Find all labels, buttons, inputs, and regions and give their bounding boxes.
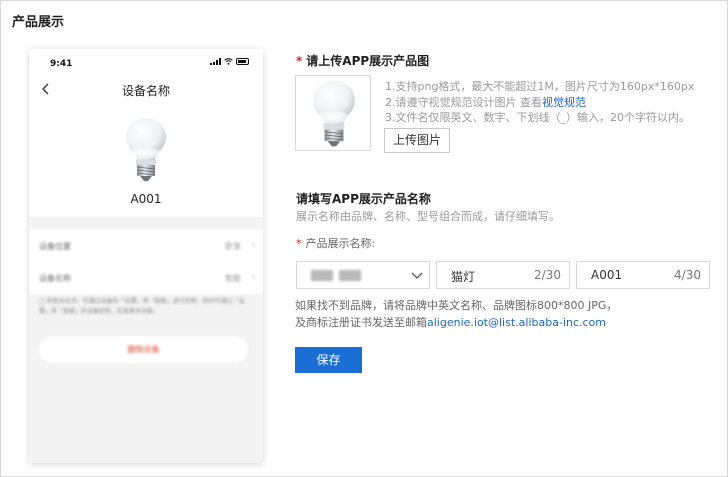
blurred-agreement-text: □ 同意协议书，可通过设备的「设置」将「智能」进行控制，同时可通过「设置」将「智… xyxy=(39,298,245,315)
status-time: 9:41 xyxy=(50,59,73,69)
brand-select-value xyxy=(311,270,361,281)
brand-note-line-1: 如果找不到品牌，请将品牌中英文名称、品牌图标800*800 JPG， xyxy=(295,299,618,312)
upload-title: * 请上传APP展示产品图 xyxy=(296,52,429,69)
blurred-settings-card: 设备位置 卧室 › 设备名称 智能 › xyxy=(29,230,263,294)
required-mark: * xyxy=(296,237,302,250)
blurred-delete-button: 删除设备 xyxy=(39,336,248,363)
save-button[interactable]: 保存 xyxy=(295,347,362,373)
model-counter: 4/30 xyxy=(674,268,701,282)
product-name-value: 猫灯 xyxy=(451,270,476,284)
blurred-row: 设备名称 智能 › xyxy=(39,262,255,294)
chevron-down-icon xyxy=(411,272,423,279)
bulb-image xyxy=(313,80,355,147)
phone-nav-title: 设备名称 xyxy=(121,84,170,98)
status-icons xyxy=(210,58,249,65)
brand-select[interactable] xyxy=(296,261,430,289)
blurred-row-label: 设备位置 xyxy=(39,242,71,251)
phone-preview: 9:41 设备名称 A001 设备位置 卧室 › 设备名称 智能 › □ 同意协… xyxy=(29,49,263,463)
section-title: 产品展示 xyxy=(12,15,65,30)
name-section-desc: 展示名称由品牌、名称、型号组合而成，请仔细填写。 xyxy=(296,210,560,223)
model-value: A001 xyxy=(591,268,623,282)
blurred-row-label: 设备名称 xyxy=(39,274,71,283)
blurred-row-value: 卧室 xyxy=(225,242,241,251)
name-section-title: 请填写APP展示产品名称 xyxy=(296,192,431,206)
chevron-right-icon: › xyxy=(251,272,255,281)
product-image-thumbnail xyxy=(295,75,371,151)
brand-note-line-2-text: 及商标注册证书发送至邮箱 xyxy=(295,316,427,329)
chevron-right-icon: › xyxy=(251,240,255,249)
battery-icon xyxy=(236,58,249,65)
wifi-icon xyxy=(224,58,233,65)
phone-model-label: A001 xyxy=(130,192,162,206)
upload-hint-2-text: 2.请遵守视觉规范设计图片 查看 xyxy=(385,96,542,109)
model-input[interactable]: A001 4/30 xyxy=(576,261,710,289)
email-link[interactable]: aligenie.iot@list.alibaba-inc.com xyxy=(427,316,606,329)
brand-note-line-2: 及商标注册证书发送至邮箱aligenie.iot@list.alibaba-in… xyxy=(295,314,606,330)
bulb-image xyxy=(126,118,166,181)
upload-image-button[interactable]: 上传图片 xyxy=(384,128,450,153)
product-name-input[interactable]: 猫灯 2/30 xyxy=(436,261,570,289)
upload-hint-1: 1.支持png格式，最大不能超过1M，图片尺寸为160px*160px xyxy=(385,80,695,93)
visual-spec-link[interactable]: 视觉规范 xyxy=(542,96,586,109)
display-name-label-text: 产品展示名称: xyxy=(305,237,376,250)
upload-hint-3: 3.文件名仅限英文、数字、下划线（_）输入，20个字符以内。 xyxy=(385,111,690,124)
signal-icon xyxy=(210,58,221,65)
product-name-counter: 2/30 xyxy=(534,268,561,282)
phone-header-card: 9:41 设备名称 A001 xyxy=(29,49,263,217)
required-mark: * xyxy=(296,54,303,68)
display-name-label: * 产品展示名称: xyxy=(296,235,375,251)
blurred-row: 设备位置 卧室 › xyxy=(39,230,255,262)
upload-title-text: 请上传APP展示产品图 xyxy=(306,54,430,68)
upload-hint-2: 2.请遵守视觉规范设计图片 查看视觉规范 xyxy=(385,94,586,110)
blurred-row-value: 智能 xyxy=(225,274,241,283)
